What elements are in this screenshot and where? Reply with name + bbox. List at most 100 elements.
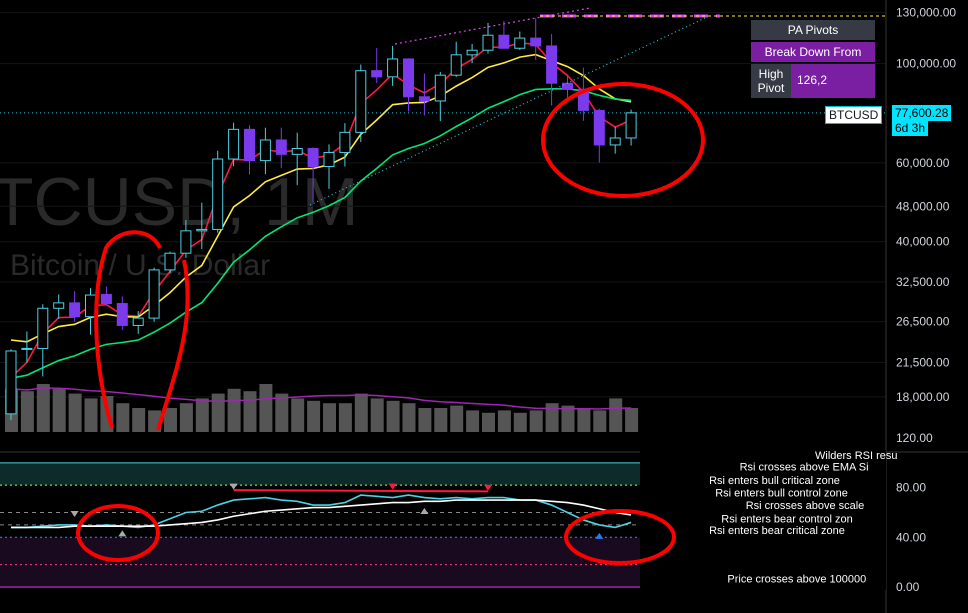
candle-body <box>403 58 414 98</box>
volume-bar <box>434 408 448 432</box>
price-axis[interactable]: 130,000.00 100,000.00 60,000.00 48,000.00 40… <box>885 0 956 613</box>
candle-body <box>450 54 462 76</box>
volume-bar <box>609 398 623 432</box>
price-tick-label: 21,500.00 <box>896 355 950 369</box>
candle-body <box>132 317 144 326</box>
volume-bar <box>36 384 50 432</box>
price-tick-label: 18,000.00 <box>896 390 950 404</box>
price-tick-label: 32,500.00 <box>896 275 950 289</box>
volume-bar <box>354 393 368 432</box>
candle-body <box>85 294 96 318</box>
rsi-legend-label: Rsi crosses above scale <box>746 500 865 512</box>
price-tick-label: 130,000.00 <box>896 6 956 20</box>
volume-bar <box>195 398 209 432</box>
candle-body <box>180 230 192 254</box>
pivot-row-label: High Pivot <box>751 64 791 98</box>
rsi-legend-label: Rsi enters bear critical zone <box>709 525 845 537</box>
volume-bars <box>5 384 639 432</box>
price-tick-label: 60,000.00 <box>896 156 950 170</box>
countdown-label: 6d 3h <box>892 120 929 136</box>
volume-bar <box>211 393 225 432</box>
candle-body <box>69 302 81 318</box>
volume-bar <box>243 391 257 432</box>
rsi-signal-marker <box>229 483 238 490</box>
candle-body <box>530 37 542 47</box>
candle-body <box>259 139 271 162</box>
candle-body <box>212 158 224 230</box>
candle-body <box>307 148 319 167</box>
rsi-legend-label: Rsi crosses above EMA Si <box>740 462 869 474</box>
volume-bar <box>450 405 464 432</box>
candle-body <box>244 128 255 162</box>
volume-bar <box>259 384 273 432</box>
volume-bar <box>577 408 591 432</box>
volume-bar <box>338 403 352 432</box>
volume-bar <box>227 388 241 432</box>
bear-zone <box>0 537 640 587</box>
volume-bar <box>275 393 289 432</box>
rsi-pane-title: Wilders RSI resu <box>815 450 898 462</box>
volume-bar <box>307 400 321 432</box>
candle-body <box>164 252 176 271</box>
price-tick-label: 48,000.00 <box>896 199 950 213</box>
rsi-signal-marker <box>388 483 397 490</box>
volume-bar <box>164 408 177 432</box>
volume-bar <box>370 398 384 432</box>
volume-bar <box>179 403 193 432</box>
rsi-tick-label: 0.00 <box>896 580 920 594</box>
rsi-red-trendline <box>233 489 489 493</box>
volume-bar <box>132 408 146 432</box>
candle-body <box>593 109 605 146</box>
volume-bar <box>116 403 130 432</box>
price-tick-label: 40,000.00 <box>896 235 950 249</box>
rsi-signal-marker <box>484 484 492 491</box>
candle-body <box>323 151 335 167</box>
candle-body <box>148 269 160 319</box>
pivot-table-title: PA Pivots <box>751 20 875 40</box>
candle-body <box>116 303 128 326</box>
current-price-label: 77,600.28 <box>892 105 952 121</box>
volume-bar <box>513 412 527 432</box>
symbol-tag[interactable]: BTCUSD <box>825 106 883 124</box>
pivot-row-value: 126,2 <box>791 64 875 98</box>
candle-body <box>371 70 383 78</box>
bull-critical-zone <box>0 462 640 486</box>
price-tick-label: 100,000.00 <box>896 57 956 71</box>
candle-body <box>546 45 558 84</box>
volume-bar <box>291 398 305 432</box>
candle-body <box>562 82 573 90</box>
candle-body <box>291 148 303 155</box>
candle-body <box>228 128 240 160</box>
volume-bar <box>497 410 511 432</box>
candle-body <box>275 139 287 155</box>
candle-body <box>339 131 351 153</box>
candle-body <box>100 293 112 305</box>
price-tick-label: 26,500.00 <box>896 315 950 329</box>
candle-body <box>418 96 430 102</box>
rsi-signal-marker <box>118 530 127 537</box>
volume-bar <box>402 403 416 432</box>
rsi-tick-label: 120.00 <box>896 431 933 445</box>
volume-bar <box>545 403 559 432</box>
rsi-tick-label: 80.00 <box>896 481 926 495</box>
volume-bar <box>466 410 480 432</box>
candle-body <box>53 302 65 309</box>
volume-bar <box>529 410 543 432</box>
candle-body <box>466 49 478 56</box>
candle-body <box>498 34 510 49</box>
rsi-legend-label: Rsi enters bull control zone <box>715 488 848 500</box>
volume-bar <box>418 408 432 432</box>
rsi-signal-marker <box>420 508 429 515</box>
candle-body <box>387 58 399 78</box>
pivot-table: PA Pivots Break Down From High Pivot 126… <box>751 20 875 98</box>
volume-bar <box>323 403 336 432</box>
candle-body <box>21 347 33 350</box>
candle-body <box>434 74 446 102</box>
rsi-signal-marker <box>595 532 604 539</box>
volume-bar <box>52 388 66 432</box>
volume-bar <box>20 391 34 432</box>
rsi-legend-label: Rsi enters bull critical zone <box>709 475 840 487</box>
candle-body <box>625 112 637 139</box>
rsi-tick-label: 40.00 <box>896 530 926 544</box>
volume-bar <box>625 408 639 432</box>
